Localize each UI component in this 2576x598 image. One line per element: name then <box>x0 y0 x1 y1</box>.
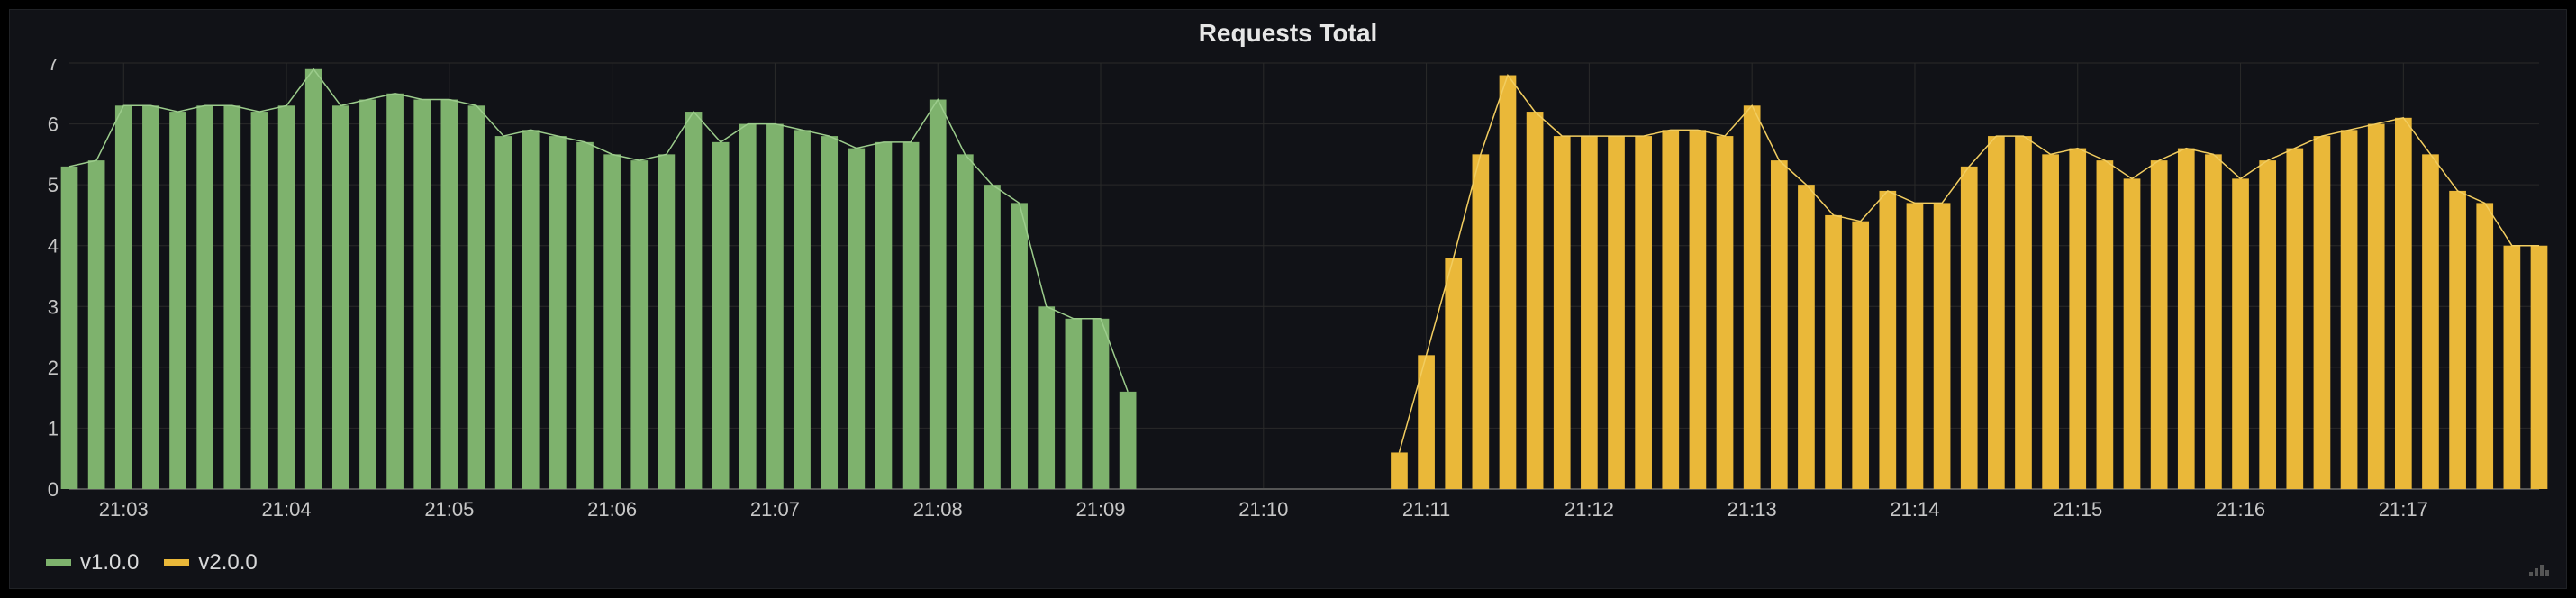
svg-text:21:06: 21:06 <box>587 498 637 521</box>
svg-text:2: 2 <box>48 357 59 379</box>
svg-text:21:13: 21:13 <box>1728 498 1777 521</box>
svg-text:21:12: 21:12 <box>1565 498 1614 521</box>
panel-menu-icon[interactable] <box>2528 563 2552 577</box>
svg-text:6: 6 <box>48 113 59 136</box>
legend-label: v2.0.0 <box>198 550 257 575</box>
svg-text:21:05: 21:05 <box>424 498 474 521</box>
svg-text:21:16: 21:16 <box>2216 498 2265 521</box>
legend-label: v1.0.0 <box>80 550 139 575</box>
legend: v1.0.0 v2.0.0 <box>46 550 258 575</box>
chart-panel: Requests Total 0 1 2 3 4 5 6 7 21:03 21:04 21:05 21… <box>9 9 2567 589</box>
legend-swatch-icon <box>46 559 71 566</box>
legend-item-v1[interactable]: v1.0.0 <box>46 550 139 575</box>
chart-svg: 0 1 2 3 4 5 6 7 21:03 21:04 21:05 21:06 21:07 21:08 21… <box>28 59 2548 525</box>
svg-text:0: 0 <box>48 478 59 501</box>
svg-text:1: 1 <box>48 417 59 439</box>
svg-text:21:08: 21:08 <box>913 498 963 521</box>
plot-area[interactable]: 0 1 2 3 4 5 6 7 21:03 21:04 21:05 21:06 21:07 21:08 21… <box>28 59 2548 525</box>
svg-text:21:14: 21:14 <box>1890 498 1939 521</box>
svg-text:7: 7 <box>48 59 59 75</box>
legend-item-v2[interactable]: v2.0.0 <box>164 550 257 575</box>
svg-text:21:11: 21:11 <box>1402 498 1450 521</box>
panel-title: Requests Total <box>10 10 2566 53</box>
svg-text:21:07: 21:07 <box>750 498 800 521</box>
legend-swatch-icon <box>164 559 189 566</box>
svg-text:3: 3 <box>48 295 59 318</box>
svg-text:21:04: 21:04 <box>262 498 312 521</box>
svg-text:21:09: 21:09 <box>1075 498 1125 521</box>
svg-text:21:17: 21:17 <box>2379 498 2428 521</box>
svg-text:5: 5 <box>48 174 59 196</box>
svg-text:21:10: 21:10 <box>1238 498 1288 521</box>
svg-text:4: 4 <box>48 235 59 258</box>
svg-text:21:03: 21:03 <box>99 498 149 521</box>
svg-text:21:15: 21:15 <box>2053 498 2102 521</box>
